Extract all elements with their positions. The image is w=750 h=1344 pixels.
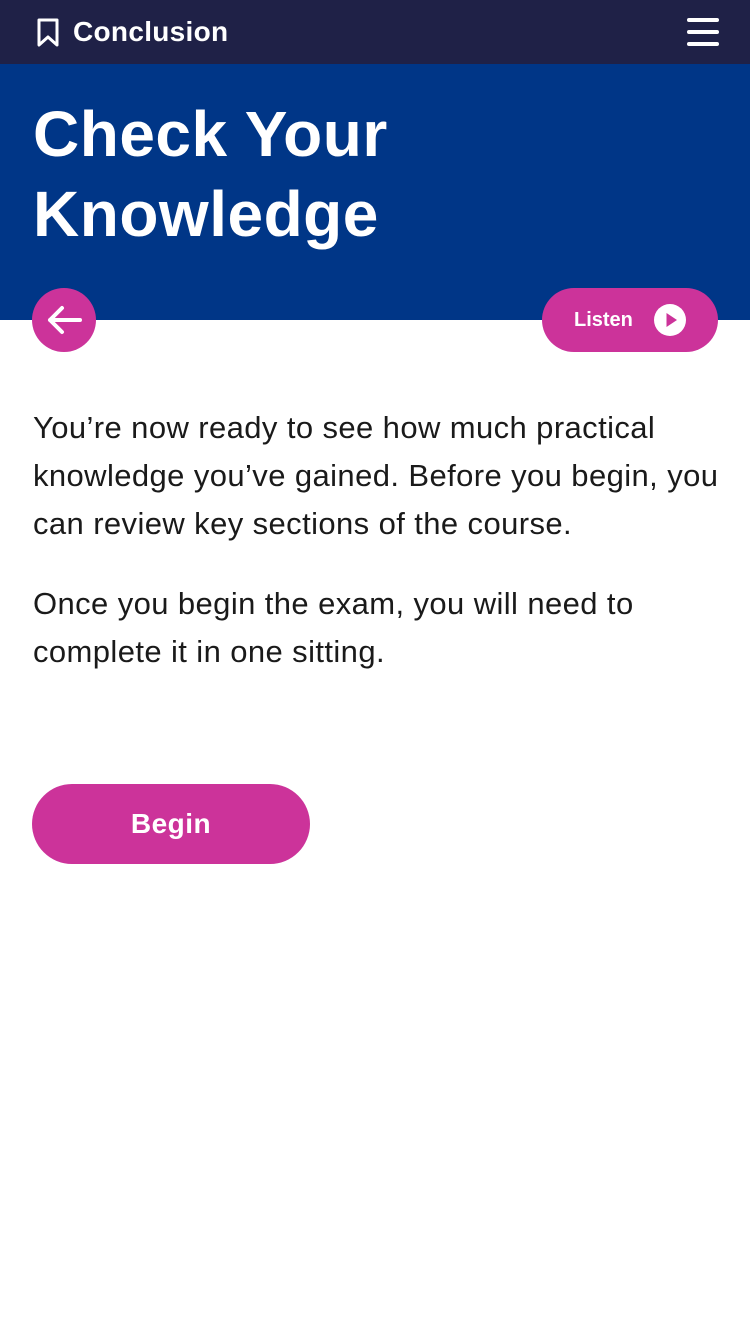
back-button[interactable] (32, 288, 96, 352)
page-title: Check Your Knowledge (33, 98, 388, 250)
begin-button[interactable]: Begin (32, 784, 310, 864)
intro-paragraph: You’re now ready to see how much practic… (33, 410, 719, 541)
section-title: Conclusion (73, 16, 229, 47)
top-bar: Conclusion (0, 0, 750, 64)
listen-button[interactable]: Listen (542, 288, 718, 352)
intro-text: You’re now ready to see how much practic… (33, 404, 723, 708)
listen-label: Listen (574, 309, 633, 331)
hamburger-menu-icon[interactable] (684, 16, 722, 48)
hero-banner: Check Your Knowledge (0, 64, 750, 320)
exam-note-paragraph: Once you begin the exam, you will need t… (33, 586, 634, 669)
bookmark-icon[interactable] (36, 18, 60, 48)
arrow-left-icon (48, 306, 82, 334)
play-icon (654, 304, 686, 336)
